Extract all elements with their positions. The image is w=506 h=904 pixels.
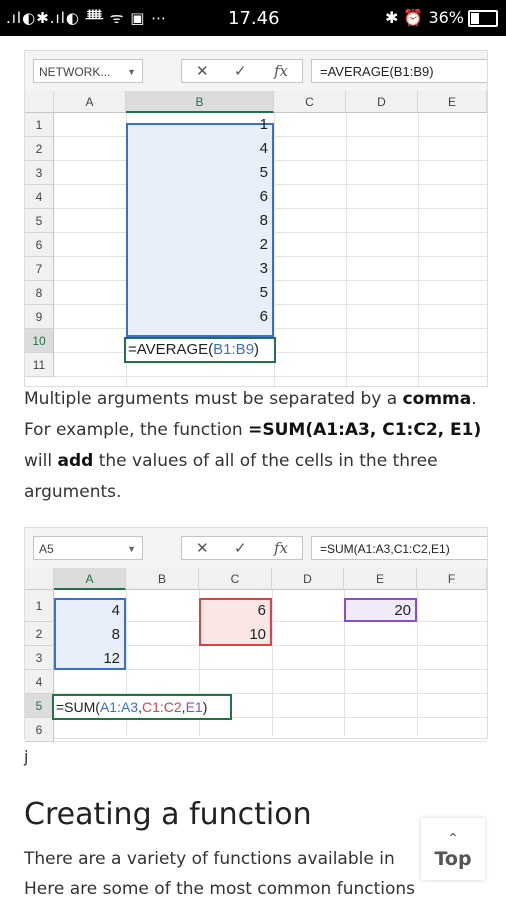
row-header-5[interactable]: 5 [25,209,54,233]
formula-buttons: ✕ ✓ fx [181,536,303,560]
confirm-icon[interactable]: ✓ [234,62,247,80]
column-header-c[interactable]: C [199,568,272,590]
cell-b1[interactable]: 1 [126,114,274,136]
column-header-e[interactable]: E [418,91,487,113]
grid-row [54,670,487,694]
spreadsheet-example-sum: A5 ▼ ✕ ✓ fx =SUM(A1:A3,C1:C2,E1) A B C D… [24,527,488,742]
cell-c1[interactable]: 6 [199,600,272,622]
formula-input[interactable]: =AVERAGE(B1:B9) [311,59,487,83]
column-header-f[interactable]: F [417,568,487,590]
gridline [417,590,418,736]
spreadsheet-example-average: NETWORK... ▼ ✕ ✓ fx =AVERAGE(B1:B9) A B … [24,50,488,387]
name-box-value: NETWORK... [39,65,111,79]
row-header-4[interactable]: 4 [25,670,54,694]
column-header-a[interactable]: A [54,91,126,113]
cell-b6[interactable]: 2 [126,234,274,256]
formula-text: =AVERAGE( [128,341,214,358]
confirm-icon[interactable]: ✓ [234,539,247,557]
column-header-b[interactable]: B [126,91,274,113]
gridline [272,590,273,736]
cell-a1[interactable]: 4 [54,600,126,622]
gridline [346,113,347,386]
name-box-value: A5 [39,542,54,556]
cell-b5[interactable]: 8 [126,210,274,232]
paragraph-text: Multiple arguments must be separated by … [24,389,403,409]
cell-b3[interactable]: 5 [126,162,274,184]
row-header-10[interactable]: 10 [25,329,54,353]
select-all-corner[interactable] [25,568,54,590]
formula-bar: NETWORK... ▼ ✕ ✓ fx =AVERAGE(B1:B9) [25,51,487,92]
row-header-9[interactable]: 9 [25,305,54,329]
status-right: ✱ ⏰ 36% [385,8,498,27]
formula-buttons: ✕ ✓ fx [181,59,303,83]
row-header-6[interactable]: 6 [25,718,54,742]
cell-e1[interactable]: 20 [344,600,417,622]
back-to-top-button[interactable]: ⌃ Top [421,818,485,880]
column-header-c[interactable]: C [274,91,346,113]
cell-b2[interactable]: 4 [126,138,274,160]
paragraph-text: will [24,451,58,471]
chevron-down-icon[interactable]: ▼ [127,537,136,561]
row-header-8[interactable]: 8 [25,281,54,305]
formula-text: =SUM( [56,699,100,715]
cell-b9[interactable]: 6 [126,306,274,328]
row-header-2[interactable]: 2 [25,137,54,161]
explanation-paragraph: Multiple arguments must be separated by … [24,384,492,508]
cancel-icon[interactable]: ✕ [196,539,209,557]
cancel-icon[interactable]: ✕ [196,62,209,80]
row-header-3[interactable]: 3 [25,646,54,670]
row-header-7[interactable]: 7 [25,257,54,281]
gridline [418,113,419,386]
row-header-2[interactable]: 2 [25,622,54,646]
cell-b10-formula[interactable]: =AVERAGE(B1:B9) [124,337,276,363]
top-label: Top [434,848,472,870]
formula-text-end: ) [254,341,260,358]
chevron-up-icon: ⌃ [447,831,459,847]
formula-text-end: ) [202,699,208,715]
cell-a3[interactable]: 12 [54,648,126,670]
signal-icons: .ıl◐✱.ıl◐ ᚙ ᯤ ▣ ⋯ [6,9,168,27]
column-header-d[interactable]: D [346,91,418,113]
status-bar: .ıl◐✱.ıl◐ ᚙ ᯤ ▣ ⋯ 17.46 ✱ ⏰ 36% [0,0,506,36]
chevron-down-icon[interactable]: ▼ [127,60,136,84]
formula-reference-a: A1:A3 [99,699,139,715]
bold-add: add [57,451,94,471]
formula-bar: A5 ▼ ✕ ✓ fx =SUM(A1:A3,C1:C2,E1) [25,528,487,569]
row-header-4[interactable]: 4 [25,185,54,209]
battery-icon [468,10,498,27]
name-box[interactable]: NETWORK... ▼ [33,59,143,83]
formula-reference-e: E1 [185,699,203,715]
cell-a5-formula[interactable]: =SUM(A1:A3,C1:C2,E1) [52,694,232,720]
row-header-1[interactable]: 1 [25,590,54,622]
grid-row [54,718,487,742]
insert-function-icon[interactable]: fx [274,539,288,557]
row-header-5[interactable]: 5 [25,694,54,718]
cell-b4[interactable]: 6 [126,186,274,208]
row-header-3[interactable]: 3 [25,161,54,185]
formula-input[interactable]: =SUM(A1:A3,C1:C2,E1) [311,536,487,560]
cell-c2[interactable]: 10 [199,624,272,646]
cell-a2[interactable]: 8 [54,624,126,646]
select-all-corner[interactable] [25,91,54,113]
row-header-6[interactable]: 6 [25,233,54,257]
stray-text: j [24,747,29,766]
formula-reference: B1:B9 [213,341,255,358]
clock: 17.46 [228,8,280,29]
bold-formula: =SUM(A1:A3, C1:C2, E1) [248,420,482,440]
status-right-text: ✱ ⏰ 36% [384,8,464,27]
name-box[interactable]: A5 ▼ [33,536,143,560]
formula-reference-c: C1:C2 [141,699,182,715]
cell-b8[interactable]: 5 [126,282,274,304]
insert-function-icon[interactable]: fx [274,62,288,80]
cell-b7[interactable]: 3 [126,258,274,280]
column-header-a[interactable]: A [54,568,126,590]
section-heading: Creating a function [24,797,312,832]
row-header-11[interactable]: 11 [25,353,54,377]
bold-comma: comma [402,389,472,409]
column-header-e[interactable]: E [344,568,417,590]
column-header-d[interactable]: D [272,568,344,590]
column-header-b[interactable]: B [126,568,199,590]
row-header-1[interactable]: 1 [25,113,54,137]
